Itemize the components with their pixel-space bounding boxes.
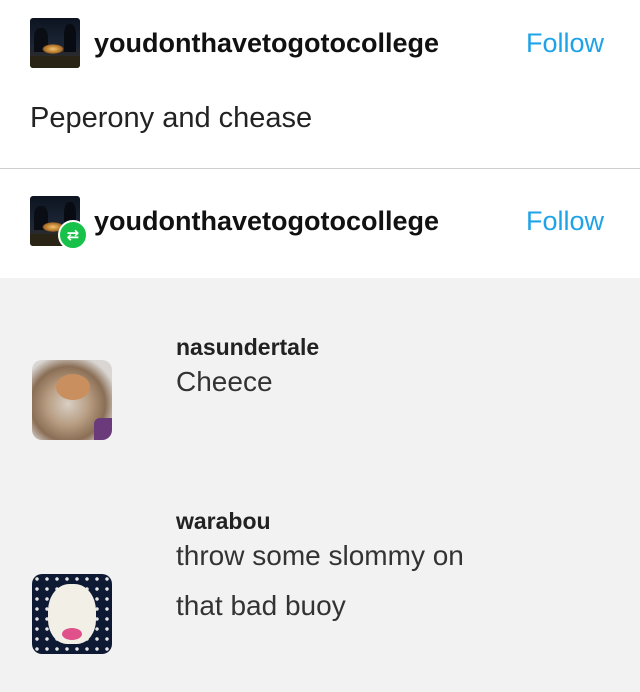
reblog-follow-button[interactable]: Follow xyxy=(526,206,604,237)
post-username[interactable]: youdonthavetogotocollege xyxy=(94,28,439,59)
note-username[interactable]: warabou xyxy=(176,508,271,535)
reblog-header: ⇄ youdonthavetogotocollege Follow xyxy=(0,196,640,252)
note-avatar[interactable] xyxy=(32,360,112,440)
note-text-line: throw some slommy on xyxy=(176,540,464,571)
follow-button[interactable]: Follow xyxy=(526,28,604,59)
divider xyxy=(0,168,640,169)
user-avatar[interactable] xyxy=(30,18,80,68)
post-body-text: Peperony and chease xyxy=(30,102,313,134)
note-text: Cheece xyxy=(176,366,273,397)
note-username[interactable]: nasundertale xyxy=(176,334,319,361)
note-avatar[interactable] xyxy=(32,574,112,654)
note-text-line: that bad buoy xyxy=(176,590,346,621)
reblog-username[interactable]: youdonthavetogotocollege xyxy=(94,206,439,237)
reblog-icon: ⇄ xyxy=(58,220,88,250)
notes-section: nasundertale Cheece warabou throw some s… xyxy=(0,278,640,692)
post-header: youdonthavetogotocollege Follow xyxy=(0,18,640,74)
